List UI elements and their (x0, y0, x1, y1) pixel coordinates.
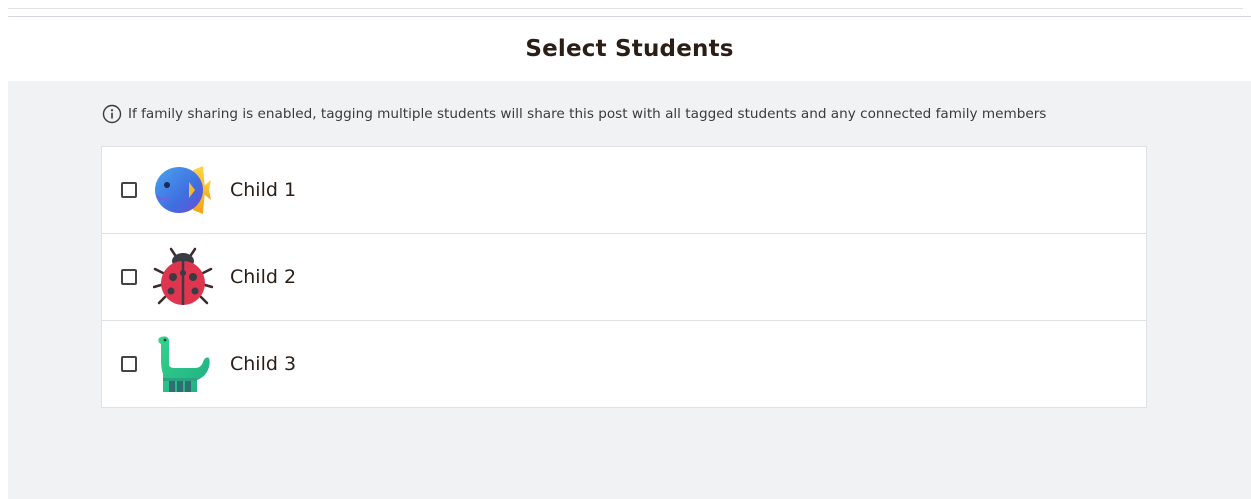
student-checkbox[interactable] (121, 182, 137, 198)
fish-icon (153, 160, 213, 220)
student-name: Child 2 (230, 266, 297, 288)
top-divider (8, 8, 1243, 9)
dialog-body: If family sharing is enabled, tagging mu… (8, 81, 1251, 499)
dinosaur-icon (153, 334, 213, 394)
student-list: Child 1 Child 2 Child 3 (101, 146, 1147, 408)
page-title: Select Students (525, 36, 734, 62)
student-name: Child 1 (230, 179, 297, 201)
ladybug-icon (153, 247, 213, 307)
student-checkbox[interactable] (121, 269, 137, 285)
student-row-child-3[interactable]: Child 3 (102, 321, 1146, 407)
student-row-child-1[interactable]: Child 1 (102, 147, 1146, 234)
select-students-dialog: Select Students If family sharing is ena… (0, 0, 1251, 499)
info-text: If family sharing is enabled, tagging mu… (128, 106, 1047, 122)
dialog-header: Select Students (8, 16, 1251, 82)
student-row-child-2[interactable]: Child 2 (102, 234, 1146, 321)
student-checkbox[interactable] (121, 356, 137, 372)
info-icon (102, 104, 122, 124)
student-name: Child 3 (230, 353, 297, 375)
info-notice: If family sharing is enabled, tagging mu… (102, 103, 1046, 125)
